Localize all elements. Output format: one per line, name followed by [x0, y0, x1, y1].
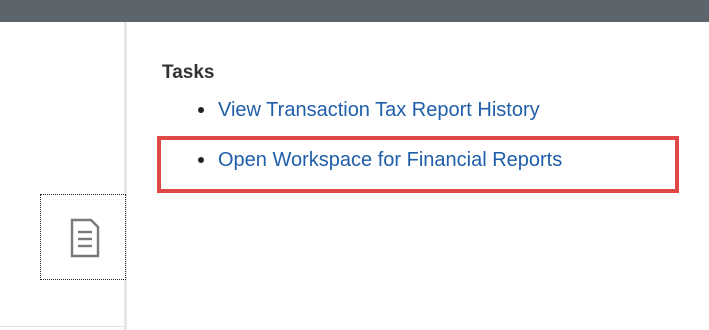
- panel-bottom-line: [0, 326, 124, 327]
- task-link-view-transaction-tax-report-history[interactable]: View Transaction Tax Report History: [218, 96, 540, 124]
- bullet-icon: [198, 107, 204, 113]
- panel-divider: [124, 22, 127, 330]
- highlight-box: [157, 136, 679, 193]
- top-bar: [0, 0, 709, 22]
- report-tile[interactable]: [40, 194, 126, 280]
- tasks-heading: Tasks: [162, 62, 215, 83]
- report-document-icon: [70, 218, 100, 258]
- left-panel: [0, 22, 125, 330]
